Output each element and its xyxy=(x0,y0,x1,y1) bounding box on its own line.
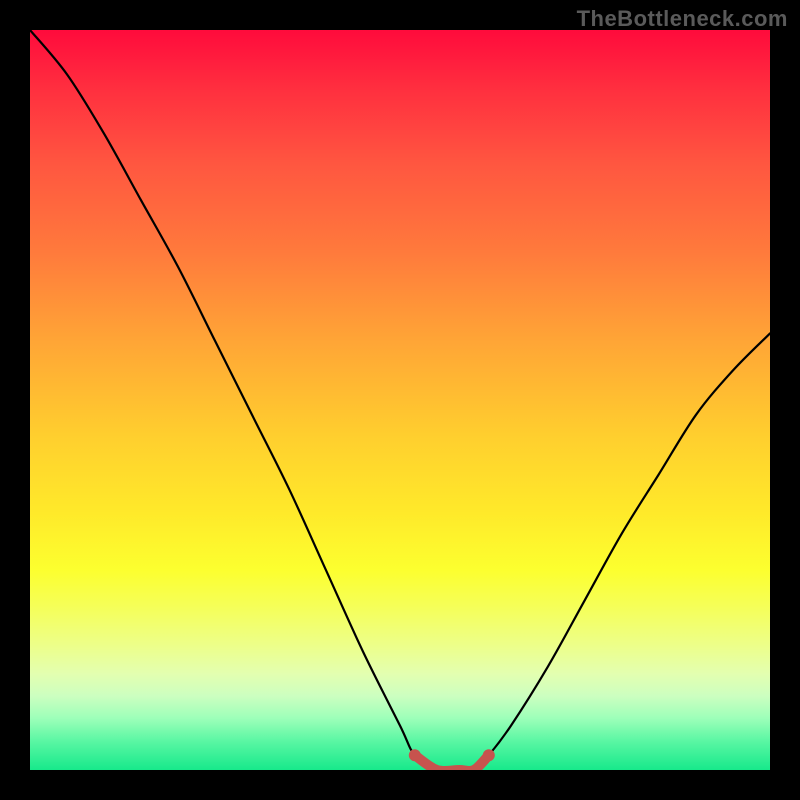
optimal-range-end-dot xyxy=(483,749,495,761)
bottleneck-curve xyxy=(30,30,770,770)
optimal-range-start-dot xyxy=(409,749,421,761)
plot-area xyxy=(30,30,770,770)
chart-frame: TheBottleneck.com xyxy=(0,0,800,800)
chart-svg xyxy=(30,30,770,770)
optimal-range-curve xyxy=(415,755,489,770)
watermark-text: TheBottleneck.com xyxy=(577,6,788,32)
